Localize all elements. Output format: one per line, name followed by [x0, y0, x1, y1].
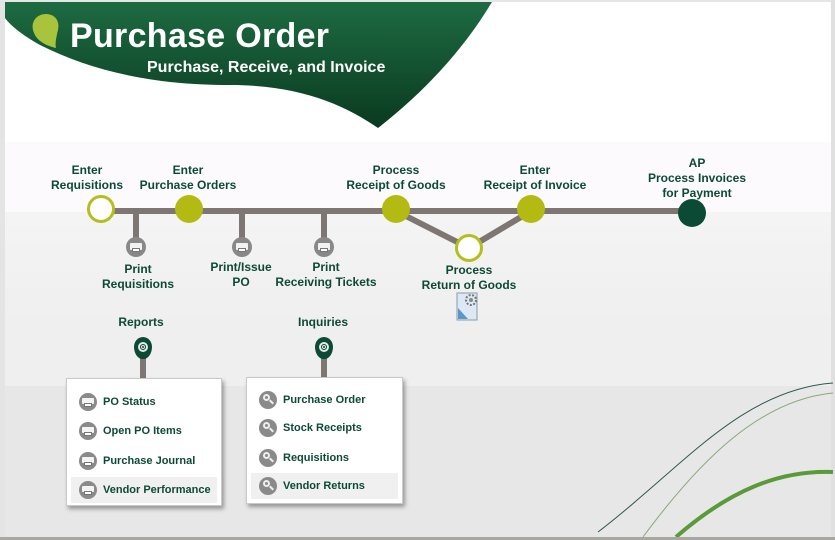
node-enter-requisitions[interactable]	[87, 195, 115, 223]
printer-icon	[79, 452, 97, 470]
printer-icon[interactable]	[232, 237, 252, 257]
label-process-return-of-goods: Process Return of Goods	[421, 263, 517, 292]
printer-icon	[79, 422, 97, 440]
document-gear-icon[interactable]	[456, 292, 480, 321]
reports-label: Reports	[118, 315, 164, 329]
printer-icon	[79, 393, 97, 411]
node-enter-receipt-of-invoice[interactable]	[517, 195, 545, 223]
inquiries-menu: Purchase Order Stock Receipts Requisitio…	[246, 377, 403, 504]
target-pin-icon[interactable]	[315, 337, 333, 359]
magnifier-icon	[259, 449, 277, 467]
page-subtitle: Purchase, Receive, and Invoice	[147, 59, 386, 76]
magnifier-icon	[259, 477, 277, 495]
inquiries-item-vendor-returns[interactable]: Vendor Returns	[251, 473, 398, 499]
reports-item-purchase-journal[interactable]: Purchase Journal	[71, 448, 217, 474]
printer-icon	[79, 481, 97, 499]
label-enter-purchase-orders: Enter Purchase Orders	[139, 163, 237, 192]
reports-item-open-po-items[interactable]: Open PO Items	[71, 418, 217, 444]
inquiries-label: Inquiries	[297, 315, 349, 329]
label-ap-process-invoices: AP Process Invoices for Payment	[647, 156, 747, 200]
decor-curve-light	[642, 392, 834, 538]
decor-curve-green	[674, 469, 834, 539]
reports-menu: PO Status Open PO Items Purchase Journal…	[66, 378, 222, 506]
label-enter-requisitions: Enter Requisitions	[50, 163, 124, 192]
node-process-receipt-of-goods[interactable]	[382, 195, 410, 223]
magnifier-icon	[259, 391, 277, 409]
reports-item-vendor-performance[interactable]: Vendor Performance	[71, 477, 217, 503]
reports-stem	[140, 356, 146, 380]
node-ap-process-invoices[interactable]	[678, 199, 706, 227]
target-pin-icon[interactable]	[134, 337, 152, 359]
printer-icon[interactable]	[126, 237, 146, 257]
label-print-requisitions[interactable]: Print Requisitions	[102, 262, 174, 292]
label-enter-receipt-of-invoice: Enter Receipt of Invoice	[483, 163, 587, 192]
page-title: Purchase Order	[70, 17, 330, 55]
decor-curve-dark	[597, 382, 834, 533]
inquiries-item-purchase-order[interactable]: Purchase Order	[251, 387, 398, 413]
inquiries-item-stock-receipts[interactable]: Stock Receipts	[251, 415, 398, 441]
inquiries-item-requisitions[interactable]: Requisitions	[251, 445, 398, 471]
inquiries-stem	[321, 356, 327, 378]
magnifier-icon	[259, 419, 277, 437]
node-enter-purchase-orders[interactable]	[175, 195, 203, 223]
label-process-receipt-of-goods: Process Receipt of Goods	[346, 163, 446, 192]
printer-icon[interactable]	[314, 237, 334, 257]
label-print-receiving-tickets[interactable]: Print Receiving Tickets	[275, 260, 376, 290]
label-print-issue-po[interactable]: Print/Issue PO	[210, 260, 271, 290]
reports-item-po-status[interactable]: PO Status	[71, 389, 217, 415]
node-process-return-of-goods[interactable]	[455, 234, 483, 262]
